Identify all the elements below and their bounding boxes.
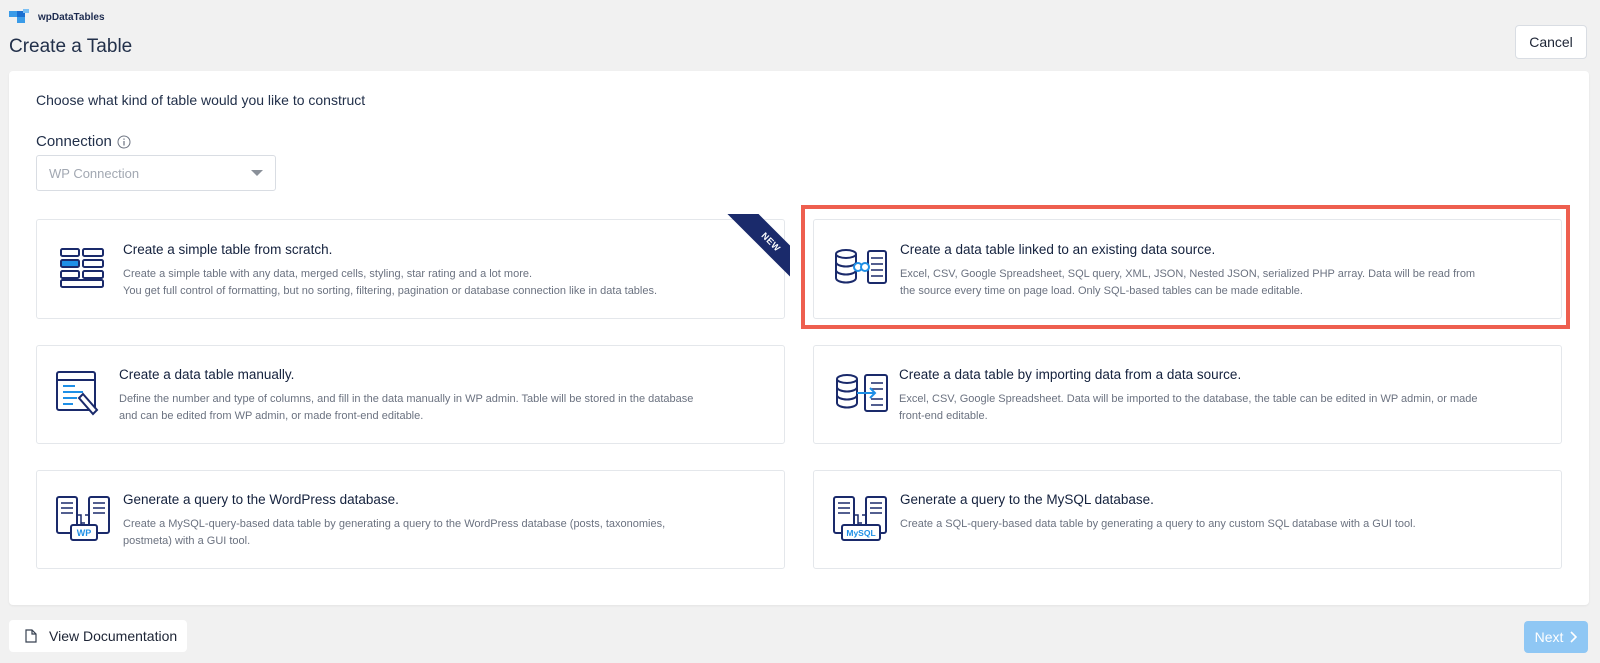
connection-select[interactable]: WP Connection xyxy=(36,155,276,191)
card-description: Create a MySQL-query-based data table by… xyxy=(123,516,773,550)
card-desc-line: front-end editable. xyxy=(899,410,988,422)
card-desc-line: Create a simple table with any data, mer… xyxy=(123,268,533,280)
chevron-down-icon xyxy=(251,170,263,176)
connection-select-value: WP Connection xyxy=(49,165,140,181)
new-ribbon: NEW xyxy=(720,214,790,284)
mysql-badge-text: MySQL xyxy=(846,528,875,538)
card-desc-line: Excel, CSV, Google Spreadsheet. Data wil… xyxy=(899,393,1478,405)
import-data-icon xyxy=(836,374,888,412)
brand-name: wpDataTables xyxy=(38,11,105,23)
card-description: Define the number and type of columns, a… xyxy=(119,391,769,425)
prompt-text: Choose what kind of table would you like… xyxy=(36,92,366,108)
info-circle-icon[interactable] xyxy=(117,135,131,149)
wpdatatables-logo-icon xyxy=(9,9,29,23)
card-desc-line: You get full control of formatting, but … xyxy=(123,285,658,297)
connection-label-text: Connection xyxy=(36,133,112,150)
next-button[interactable]: Next xyxy=(1524,621,1588,653)
mysql-query-icon: MySQL xyxy=(833,496,887,541)
card-title: Create a simple table from scratch. xyxy=(123,242,333,257)
card-title: Create a data table manually. xyxy=(119,367,295,382)
next-label: Next xyxy=(1534,629,1564,645)
card-desc-line: Define the number and type of columns, a… xyxy=(119,393,694,405)
manual-table-icon xyxy=(56,371,99,416)
card-title: Create a data table by importing data fr… xyxy=(899,367,1242,382)
card-wordpress-query[interactable]: WP Generate a query to the WordPress dat… xyxy=(36,470,785,569)
simple-table-icon xyxy=(60,248,104,288)
card-manual-table[interactable]: Create a data table manually. Define the… xyxy=(36,345,785,444)
card-desc-line: Create a MySQL-query-based data table by… xyxy=(123,518,666,530)
view-documentation-label: View Documentation xyxy=(49,628,178,644)
card-desc-line: postmeta) with a GUI tool. xyxy=(123,535,251,547)
page-title: Create a Table xyxy=(9,36,133,57)
new-ribbon-text: NEW xyxy=(724,214,790,284)
card-import-data[interactable]: Create a data table by importing data fr… xyxy=(813,345,1562,444)
connection-label: Connection xyxy=(36,133,131,150)
wp-query-icon: WP xyxy=(56,496,110,541)
chevron-right-icon xyxy=(1570,631,1578,643)
card-desc-line: Create a SQL-query-based data table by g… xyxy=(900,518,1416,530)
card-description: Excel, CSV, Google Spreadsheet. Data wil… xyxy=(899,391,1549,425)
card-desc-line: and can be edited from WP admin, or made… xyxy=(119,410,424,422)
document-icon xyxy=(25,629,37,643)
card-title: Generate a query to the MySQL database. xyxy=(900,492,1154,507)
card-description: Create a simple table with any data, mer… xyxy=(123,266,773,300)
card-simple-table[interactable]: Create a simple table from scratch. Crea… xyxy=(36,219,785,319)
view-documentation-button[interactable]: View Documentation xyxy=(9,620,187,652)
card-mysql-query[interactable]: MySQL Generate a query to the MySQL data… xyxy=(813,470,1562,569)
brand: wpDataTables xyxy=(9,9,105,25)
selection-highlight xyxy=(801,205,1570,329)
card-title: Generate a query to the WordPress databa… xyxy=(123,492,399,507)
card-description: Create a SQL-query-based data table by g… xyxy=(900,516,1550,533)
wp-badge-text: WP xyxy=(77,528,92,538)
cancel-button[interactable]: Cancel xyxy=(1515,25,1587,59)
